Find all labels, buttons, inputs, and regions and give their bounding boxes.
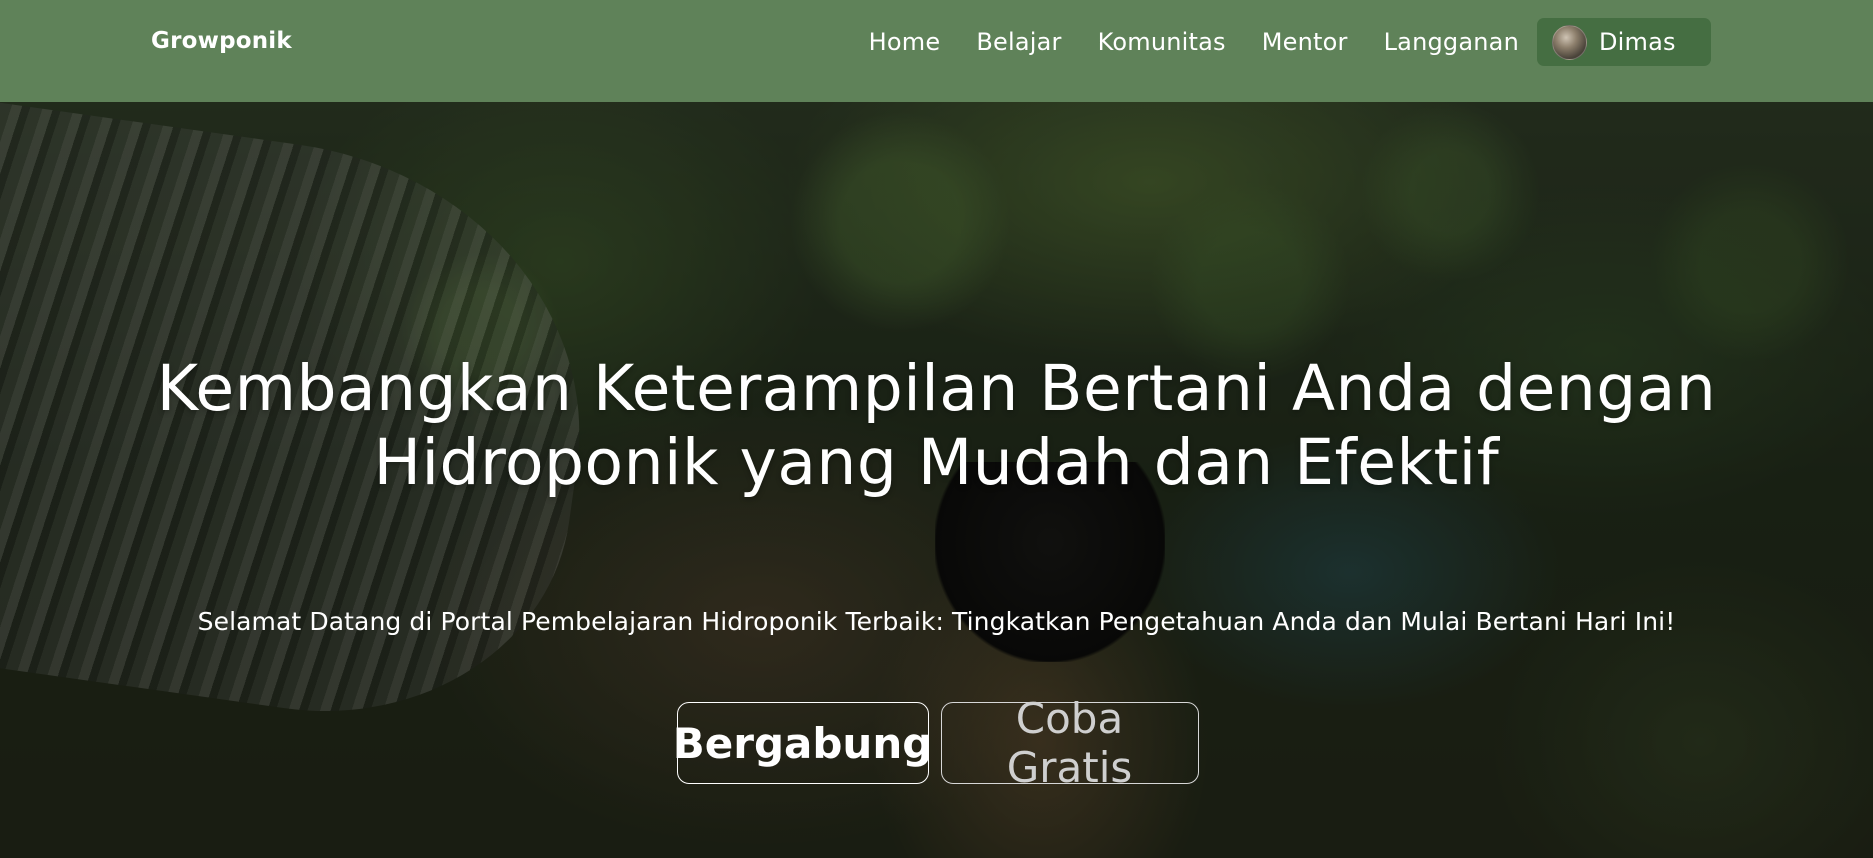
join-button[interactable]: Bergabung [673, 702, 932, 784]
user-avatar-icon [1552, 24, 1587, 60]
hero-buttons: Bergabung Coba Gratis [0, 694, 1873, 792]
brand-logo-text[interactable]: Growponik [151, 28, 292, 54]
hero-section: Kembangkan Keterampilan Bertani Anda den… [0, 102, 1873, 858]
nav-link-belajar[interactable]: Belajar [976, 18, 1061, 66]
nav-link-mentor[interactable]: Mentor [1262, 18, 1348, 66]
hero-subtitle: Selamat Datang di Portal Pembelajaran Hi… [197, 607, 1676, 636]
nav-links: Home Belajar Komunitas Mentor Langganan … [869, 18, 1711, 66]
profile-name: Dimas [1599, 28, 1676, 56]
navbar: Growponik Home Belajar Komunitas Mentor … [0, 0, 1873, 102]
hero-content: Kembangkan Keterampilan Bertani Anda den… [0, 102, 1873, 858]
free-trial-button[interactable]: Coba Gratis [940, 694, 1199, 792]
profile-menu-button[interactable]: Dimas [1537, 18, 1711, 66]
nav-link-home[interactable]: Home [869, 18, 941, 66]
nav-link-komunitas[interactable]: Komunitas [1098, 18, 1226, 66]
hero-title: Kembangkan Keterampilan Bertani Anda den… [156, 352, 1717, 499]
nav-link-langganan[interactable]: Langganan [1384, 18, 1519, 66]
